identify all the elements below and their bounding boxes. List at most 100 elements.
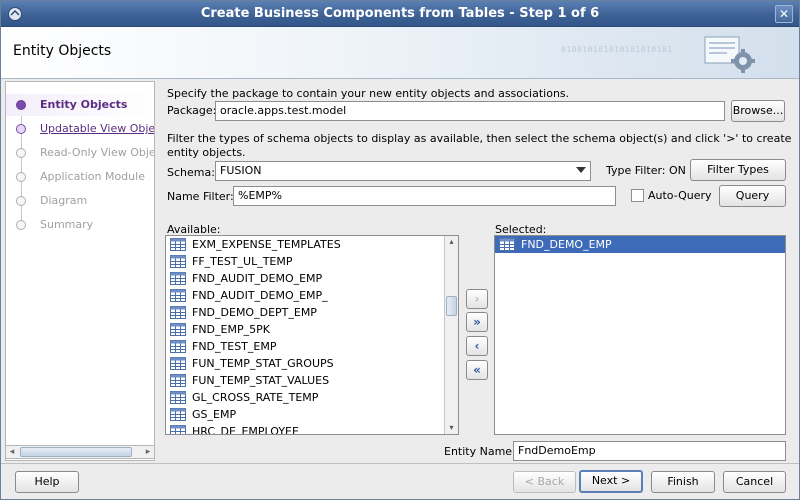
wizard-steps-nav: Entity Objects Updatable View Objects Re…: [5, 81, 155, 461]
table-icon: [170, 340, 186, 353]
list-item[interactable]: FND_DEMO_EMP: [495, 236, 785, 253]
table-icon: [170, 408, 186, 421]
header-decoration-text: 010010101010101010101: [561, 45, 673, 54]
nav-step-entity-objects[interactable]: Entity Objects: [6, 94, 154, 116]
scrollbar-thumb[interactable]: [20, 447, 132, 457]
chevron-down-icon: [576, 167, 586, 173]
move-all-left-button[interactable]: «: [466, 360, 488, 380]
table-icon: [170, 238, 186, 251]
type-filter-status: Type Filter: ON: [606, 164, 686, 177]
nav-step-label: Application Module: [40, 170, 145, 183]
step-icon: [16, 196, 26, 206]
step-icon: [16, 220, 26, 230]
list-item[interactable]: EXM_EXPENSE_TEMPLATES: [166, 236, 458, 253]
finish-button[interactable]: Finish: [651, 471, 715, 493]
table-icon: [170, 425, 186, 434]
move-all-right-button[interactable]: »: [466, 312, 488, 332]
step-icon: [16, 172, 26, 182]
available-list[interactable]: EXM_EXPENSE_TEMPLATES FF_TEST_UL_TEMP FND_…: [165, 235, 459, 435]
nav-step-label: Read-Only View Objects: [40, 146, 155, 159]
query-button[interactable]: Query: [719, 185, 786, 207]
list-item[interactable]: FND_AUDIT_DEMO_EMP: [166, 270, 458, 287]
wizard-graphic-icon: [704, 36, 755, 73]
list-item[interactable]: HRC_DE_EMPLOYEE: [166, 423, 458, 435]
wizard-window: Create Business Components from Tables -…: [0, 0, 800, 500]
step-icon: [16, 124, 26, 134]
list-item-label: FND_DEMO_DEPT_EMP: [192, 306, 317, 319]
scroll-down-icon[interactable]: ▾: [445, 422, 458, 434]
schema-select-value: FUSION: [220, 164, 262, 177]
list-item[interactable]: FND_AUDIT_DEMO_EMP_: [166, 287, 458, 304]
browse-button[interactable]: Browse...: [731, 100, 785, 122]
nav-step-read-only-view-objects: Read-Only View Objects: [6, 142, 155, 164]
title-bar: Create Business Components from Tables -…: [1, 1, 799, 27]
nav-step-summary: Summary: [6, 214, 154, 236]
list-item[interactable]: FND_EMP_5PK: [166, 321, 458, 338]
list-item[interactable]: FND_DEMO_DEPT_EMP: [166, 304, 458, 321]
table-icon: [499, 238, 515, 251]
list-item-label: FND_TEST_EMP: [192, 340, 277, 353]
move-right-button[interactable]: ›: [466, 289, 488, 309]
filter-hint-text: Filter the types of schema objects to di…: [167, 132, 792, 145]
list-item-label: FND_EMP_5PK: [192, 323, 270, 336]
move-left-button[interactable]: ‹: [466, 336, 488, 356]
name-filter-input[interactable]: %EMP%: [233, 186, 616, 206]
name-filter-label: Name Filter:: [167, 190, 234, 203]
close-icon[interactable]: ✕: [775, 5, 793, 23]
filter-types-button[interactable]: Filter Types: [690, 159, 786, 181]
list-item-label: EXM_EXPENSE_TEMPLATES: [192, 238, 341, 251]
table-icon: [170, 255, 186, 268]
entity-name-input[interactable]: FndDemoEmp: [513, 441, 786, 461]
list-item-label: FF_TEST_UL_TEMP: [192, 255, 293, 268]
window-title: Create Business Components from Tables -…: [200, 6, 600, 21]
list-item[interactable]: GS_EMP: [166, 406, 458, 423]
package-intro-text: Specify the package to contain your new …: [167, 87, 570, 100]
list-item-label: FND_DEMO_EMP: [521, 238, 612, 251]
list-item[interactable]: FUN_TEMP_STAT_VALUES: [166, 372, 458, 389]
list-item-label: FND_AUDIT_DEMO_EMP: [192, 272, 323, 285]
schema-label: Schema:: [167, 166, 215, 179]
step-active-icon: [16, 100, 26, 110]
available-scrollbar[interactable]: ▴ ▾: [444, 236, 458, 434]
help-button[interactable]: Help: [15, 471, 79, 493]
footer-separator: [1, 463, 799, 464]
cancel-button[interactable]: Cancel: [723, 471, 786, 493]
list-item-label: FUN_TEMP_STAT_GROUPS: [192, 357, 334, 370]
nav-step-label: Updatable View Objects: [40, 122, 155, 135]
list-item-label: FND_AUDIT_DEMO_EMP_: [192, 289, 328, 302]
auto-query-checkbox[interactable]: [631, 189, 644, 202]
list-item[interactable]: FND_TEST_EMP: [166, 338, 458, 355]
scroll-up-icon[interactable]: ▴: [445, 236, 458, 248]
wizard-header: Entity Objects 010010101010101010101: [1, 27, 799, 79]
table-icon: [170, 289, 186, 302]
next-button[interactable]: Next >: [579, 470, 643, 493]
table-icon: [170, 272, 186, 285]
filter-hint-text-cont: entity objects.: [167, 146, 246, 159]
list-item[interactable]: FUN_TEMP_STAT_GROUPS: [166, 355, 458, 372]
schema-select[interactable]: FUSION: [215, 161, 591, 181]
table-icon: [170, 323, 186, 336]
scroll-right-icon[interactable]: ▸: [142, 446, 154, 458]
table-icon: [170, 391, 186, 404]
table-icon: [170, 374, 186, 387]
package-input[interactable]: oracle.apps.test.model: [215, 101, 725, 121]
list-item[interactable]: FF_TEST_UL_TEMP: [166, 253, 458, 270]
nav-step-updatable-view-objects[interactable]: Updatable View Objects: [6, 118, 155, 140]
list-item[interactable]: GL_CROSS_RATE_TEMP: [166, 389, 458, 406]
auto-query-label: Auto-Query: [648, 189, 712, 202]
wizard-content: Specify the package to contain your new …: [159, 81, 795, 461]
table-icon: [170, 306, 186, 319]
scroll-left-icon[interactable]: ◂: [6, 446, 18, 458]
nav-step-application-module: Application Module: [6, 166, 154, 188]
package-label: Package:: [167, 104, 217, 117]
back-button[interactable]: < Back: [513, 471, 576, 493]
list-item-label: HRC_DE_EMPLOYEE: [192, 425, 299, 435]
selected-list[interactable]: FND_DEMO_EMP: [494, 235, 786, 435]
scrollbar-thumb[interactable]: [446, 296, 457, 316]
list-item-label: GS_EMP: [192, 408, 237, 421]
nav-horizontal-scrollbar[interactable]: ◂ ▸: [5, 445, 155, 459]
entity-name-label: Entity Name:: [444, 445, 516, 458]
list-item-label: GL_CROSS_RATE_TEMP: [192, 391, 319, 404]
nav-step-diagram: Diagram: [6, 190, 154, 212]
available-rows: EXM_EXPENSE_TEMPLATES FF_TEST_UL_TEMP FND_…: [166, 236, 458, 435]
